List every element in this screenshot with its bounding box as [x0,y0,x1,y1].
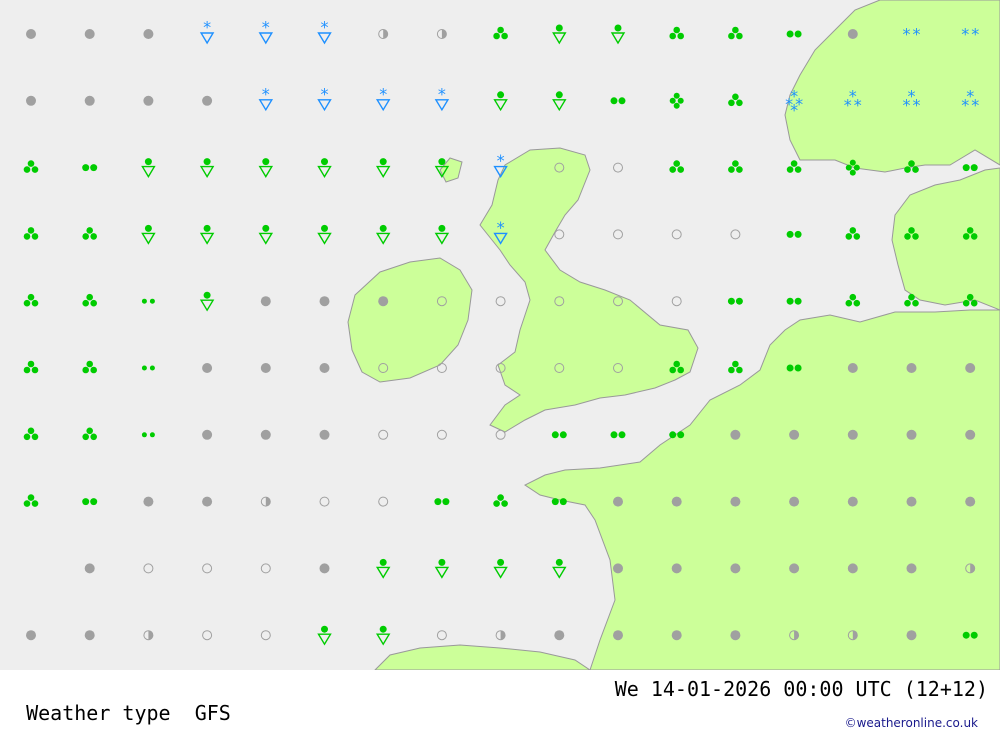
weather-map: * * * * * * ** * * * ** **** * ** * ** *** [0,0,1000,670]
cloud-symbol-icon [730,496,741,507]
cloud-symbol-icon [319,563,330,574]
svg-text:*: * [497,151,505,170]
cloud-symbol-icon [554,630,565,641]
cloud-symbol-icon [965,496,976,507]
svg-text:*: * [321,18,329,37]
map-title: Weather type [26,701,171,725]
cloud-symbol-icon [847,429,858,440]
svg-text:*: * [961,95,969,114]
svg-text:*: * [961,25,969,44]
cloud-symbol-icon [789,563,800,574]
cloud-symbol-icon [319,296,330,307]
svg-text:*: * [203,18,211,37]
cloud-symbol-icon [671,496,682,507]
cloud-symbol-icon [202,95,213,106]
cloud-symbol-icon [847,363,858,373]
cloud-symbol-icon [906,429,917,440]
cloud-symbol-icon [202,496,213,507]
cloud-symbol-icon [319,429,330,440]
cloud-symbol-icon [378,296,389,307]
cloud-symbol-icon [260,363,271,373]
cloud-symbol-icon [847,496,858,507]
svg-text:*: * [497,218,505,237]
cloud-symbol-icon [730,630,741,641]
forecast-datetime: We 14-01-2026 00:00 UTC (12+12) [614,677,988,701]
svg-text:*: * [379,84,387,103]
cloud-symbol-icon [906,563,917,574]
cloud-symbol-icon [260,296,271,307]
cloud-symbol-icon [789,496,800,507]
svg-text:*: * [844,95,852,114]
cloud-symbol-icon [906,496,917,507]
svg-text:*: * [854,95,862,114]
cloud-symbol-icon [202,429,213,440]
cloud-symbol-icon [965,429,976,440]
cloud-symbol-icon [202,363,213,373]
cloud-symbol-icon [260,429,271,440]
svg-text:*: * [971,25,979,44]
credit-link[interactable]: ©weatheronline.co.uk [845,716,978,730]
cloud-symbol-icon [613,563,623,574]
cloud-symbol-icon [730,563,741,574]
cloud-symbol-icon [143,29,154,39]
svg-text:*: * [321,84,329,103]
cloud-symbol-icon [319,363,330,373]
svg-text:*: * [903,95,911,114]
cloud-symbol-icon [671,630,682,641]
cloud-symbol-icon [613,496,623,507]
map-caption: Weather type GFS [2,677,231,725]
cloud-symbol-icon [84,95,95,106]
svg-text:*: * [903,25,911,44]
cloud-symbol-icon [143,496,154,507]
svg-text:*: * [262,18,270,37]
cloud-symbol-icon [730,429,741,440]
cloud-symbol-icon [965,363,976,373]
svg-text:*: * [971,95,979,114]
svg-text:*: * [913,95,921,114]
cloud-symbol-icon [847,29,858,39]
cloud-symbol-icon [26,630,36,641]
svg-text:*: * [913,25,921,44]
svg-text:*: * [262,84,270,103]
cloud-symbol-icon [906,630,917,641]
cloud-symbol-icon [84,29,95,39]
cloud-symbol-icon [847,563,858,574]
cloud-symbol-icon [671,563,682,574]
cloud-symbol-icon [143,95,154,106]
cloud-symbol-icon [613,630,623,641]
cloud-symbol-icon [84,563,95,574]
cloud-symbol-icon [26,29,36,39]
cloud-symbol-icon [26,95,36,106]
svg-text:*: * [438,84,446,103]
cloud-symbol-icon [906,363,917,373]
model-name: GFS [194,701,231,725]
cloud-symbol-icon [789,429,800,440]
cloud-symbol-icon [84,630,95,641]
svg-text:*: * [790,100,798,119]
